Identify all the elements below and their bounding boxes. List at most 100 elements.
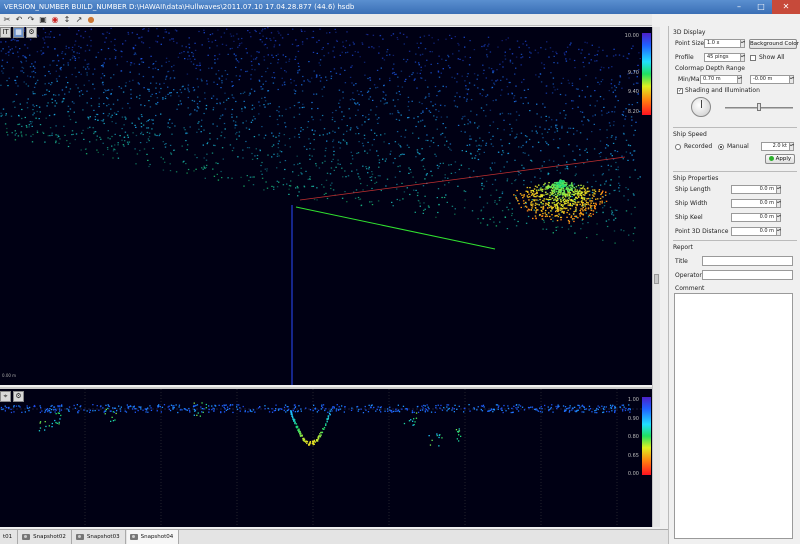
- speed-field[interactable]: 2.0 kt: [761, 142, 790, 151]
- splitter-handle[interactable]: [654, 274, 659, 284]
- point-cloud-dot: [608, 90, 610, 92]
- report-title-input[interactable]: [702, 256, 793, 266]
- snapshot-tab[interactable]: Snapshot04: [126, 530, 180, 544]
- apply-button[interactable]: Apply: [765, 154, 795, 164]
- profile-2d-view[interactable]: ⌖ ⚙ 1.00 0.90 0.80 0.65 0.00: [0, 387, 652, 527]
- light-direction-dial[interactable]: [691, 97, 711, 117]
- recorded-radio[interactable]: [675, 144, 681, 150]
- comment-textarea[interactable]: [674, 293, 793, 539]
- minimize-button[interactable]: –: [728, 0, 750, 14]
- crosshair-button[interactable]: ⌖: [0, 391, 11, 402]
- point-cloud-dot: [635, 121, 637, 123]
- profile-field[interactable]: 45 pings: [704, 53, 741, 62]
- point-cloud-dot: [618, 182, 620, 184]
- ship-length-field[interactable]: 0.0 m: [731, 185, 777, 194]
- close-button[interactable]: ✕: [772, 0, 800, 14]
- point-cloud-dot: [625, 151, 628, 153]
- redo-icon[interactable]: ↷: [26, 15, 36, 25]
- point-cloud-dot: [448, 164, 450, 166]
- point-cloud-3d-view[interactable]: 10.00 9.70 9.40 8.20 0.00 m: [0, 27, 652, 385]
- shading-checkbox[interactable]: ✓: [677, 88, 683, 94]
- profile-point: [144, 408, 147, 410]
- point-cloud-dot: [481, 88, 484, 90]
- point-cloud-dot: [238, 44, 241, 47]
- point-cloud-dot: [183, 127, 185, 129]
- ship-keel-field[interactable]: 0.0 m: [731, 213, 777, 222]
- point-cloud-dot: [308, 154, 311, 156]
- hull-point: [516, 198, 518, 200]
- point-cloud-dot: [86, 74, 88, 76]
- point-cloud-dot: [32, 91, 34, 93]
- point-cloud-dot: [435, 155, 437, 157]
- point-cloud-3d-canvas[interactable]: [0, 27, 652, 385]
- point-cloud-dot: [543, 221, 545, 223]
- panel-splitter[interactable]: [652, 27, 660, 527]
- hull-point: [583, 188, 586, 190]
- point-3d-distance-spinner[interactable]: ▴▾: [776, 227, 781, 236]
- ship-width-field[interactable]: 0.0 m: [731, 199, 777, 208]
- profile-point: [370, 404, 373, 407]
- camera-icon[interactable]: ▣: [38, 15, 48, 25]
- point-cloud-dot: [99, 136, 101, 138]
- undo-icon[interactable]: ↶: [14, 15, 24, 25]
- point-cloud-dot: [162, 141, 164, 143]
- measure-icon[interactable]: ↕: [62, 15, 72, 25]
- depth-max-field[interactable]: -0.00 m: [750, 75, 790, 84]
- illumination-slider-thumb[interactable]: [757, 103, 761, 111]
- snapshot-tab[interactable]: Snapshot02: [19, 530, 72, 544]
- view-mode-button[interactable]: IT: [0, 27, 11, 38]
- point-cloud-dot: [392, 205, 394, 207]
- record-icon[interactable]: ◉: [50, 15, 60, 25]
- speed-spinner[interactable]: ▴▾: [789, 142, 794, 151]
- show-all-checkbox[interactable]: [750, 55, 756, 61]
- point-size-field[interactable]: 1.0 x: [704, 39, 741, 48]
- snapshot-tab[interactable]: t01: [0, 530, 19, 544]
- point-cloud-dot: [271, 145, 273, 148]
- point-size-spinner[interactable]: ▴▾: [740, 39, 745, 48]
- ship-keel-spinner[interactable]: ▴▾: [776, 213, 781, 222]
- profile-point: [107, 405, 110, 407]
- profile-point: [116, 410, 118, 412]
- hull-point: [596, 198, 599, 200]
- grid-toggle-button[interactable]: ▦: [13, 27, 24, 38]
- point-3d-distance-field[interactable]: 0.0 m: [731, 227, 777, 236]
- point-cloud-dot: [201, 80, 203, 82]
- point-cloud-dot: [395, 92, 398, 94]
- point-cloud-dot: [461, 118, 463, 120]
- view-settings-button[interactable]: ⚙: [26, 27, 37, 38]
- arrow-icon[interactable]: ↗: [74, 15, 84, 25]
- manual-radio[interactable]: [718, 144, 724, 150]
- profile-spinner[interactable]: ▴▾: [740, 53, 745, 62]
- operator-input[interactable]: [702, 270, 793, 280]
- hull-point: [535, 217, 537, 219]
- snapshot-tab[interactable]: Snapshot03: [73, 530, 126, 544]
- point-cloud-dot: [206, 164, 208, 166]
- maximize-button[interactable]: □: [750, 0, 772, 14]
- hull-point: [548, 196, 551, 198]
- point-cloud-dot: [412, 72, 414, 74]
- point-cloud-dot: [541, 62, 543, 64]
- point-cloud-dot: [500, 94, 502, 96]
- point-cloud-dot: [303, 185, 305, 187]
- point-cloud-dot: [325, 192, 327, 194]
- depth-min-field[interactable]: 0.70 m: [700, 75, 738, 84]
- color-wheel-icon[interactable]: ●: [86, 15, 96, 25]
- profile-2d-canvas[interactable]: [0, 389, 652, 527]
- point-cloud-dot: [250, 60, 253, 63]
- depth-max-spinner[interactable]: ▴▾: [789, 75, 794, 84]
- point-cloud-dot: [566, 161, 568, 163]
- point-cloud-dot: [391, 72, 394, 75]
- profile-point: [58, 421, 60, 423]
- hull-point: [592, 189, 594, 191]
- point-cloud-dot: [606, 137, 608, 139]
- ship-length-spinner[interactable]: ▴▾: [776, 185, 781, 194]
- point-cloud-dot: [134, 52, 136, 54]
- point-cloud-dot: [513, 101, 516, 103]
- point-cloud-dot: [337, 159, 339, 161]
- profile-settings-button[interactable]: ⚙: [13, 391, 24, 402]
- cut-icon[interactable]: ✂: [2, 15, 12, 25]
- profile-point: [196, 404, 199, 406]
- ship-width-spinner[interactable]: ▴▾: [776, 199, 781, 208]
- background-color-button[interactable]: Background Color: [749, 39, 799, 49]
- depth-min-spinner[interactable]: ▴▾: [737, 75, 742, 84]
